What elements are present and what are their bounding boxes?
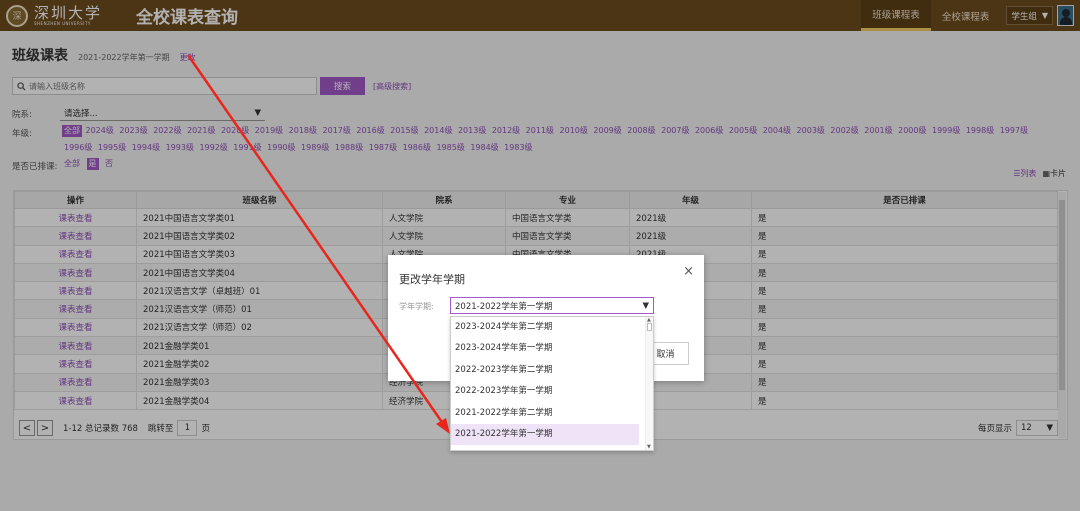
annotation-arrow-icon	[186, 54, 450, 434]
